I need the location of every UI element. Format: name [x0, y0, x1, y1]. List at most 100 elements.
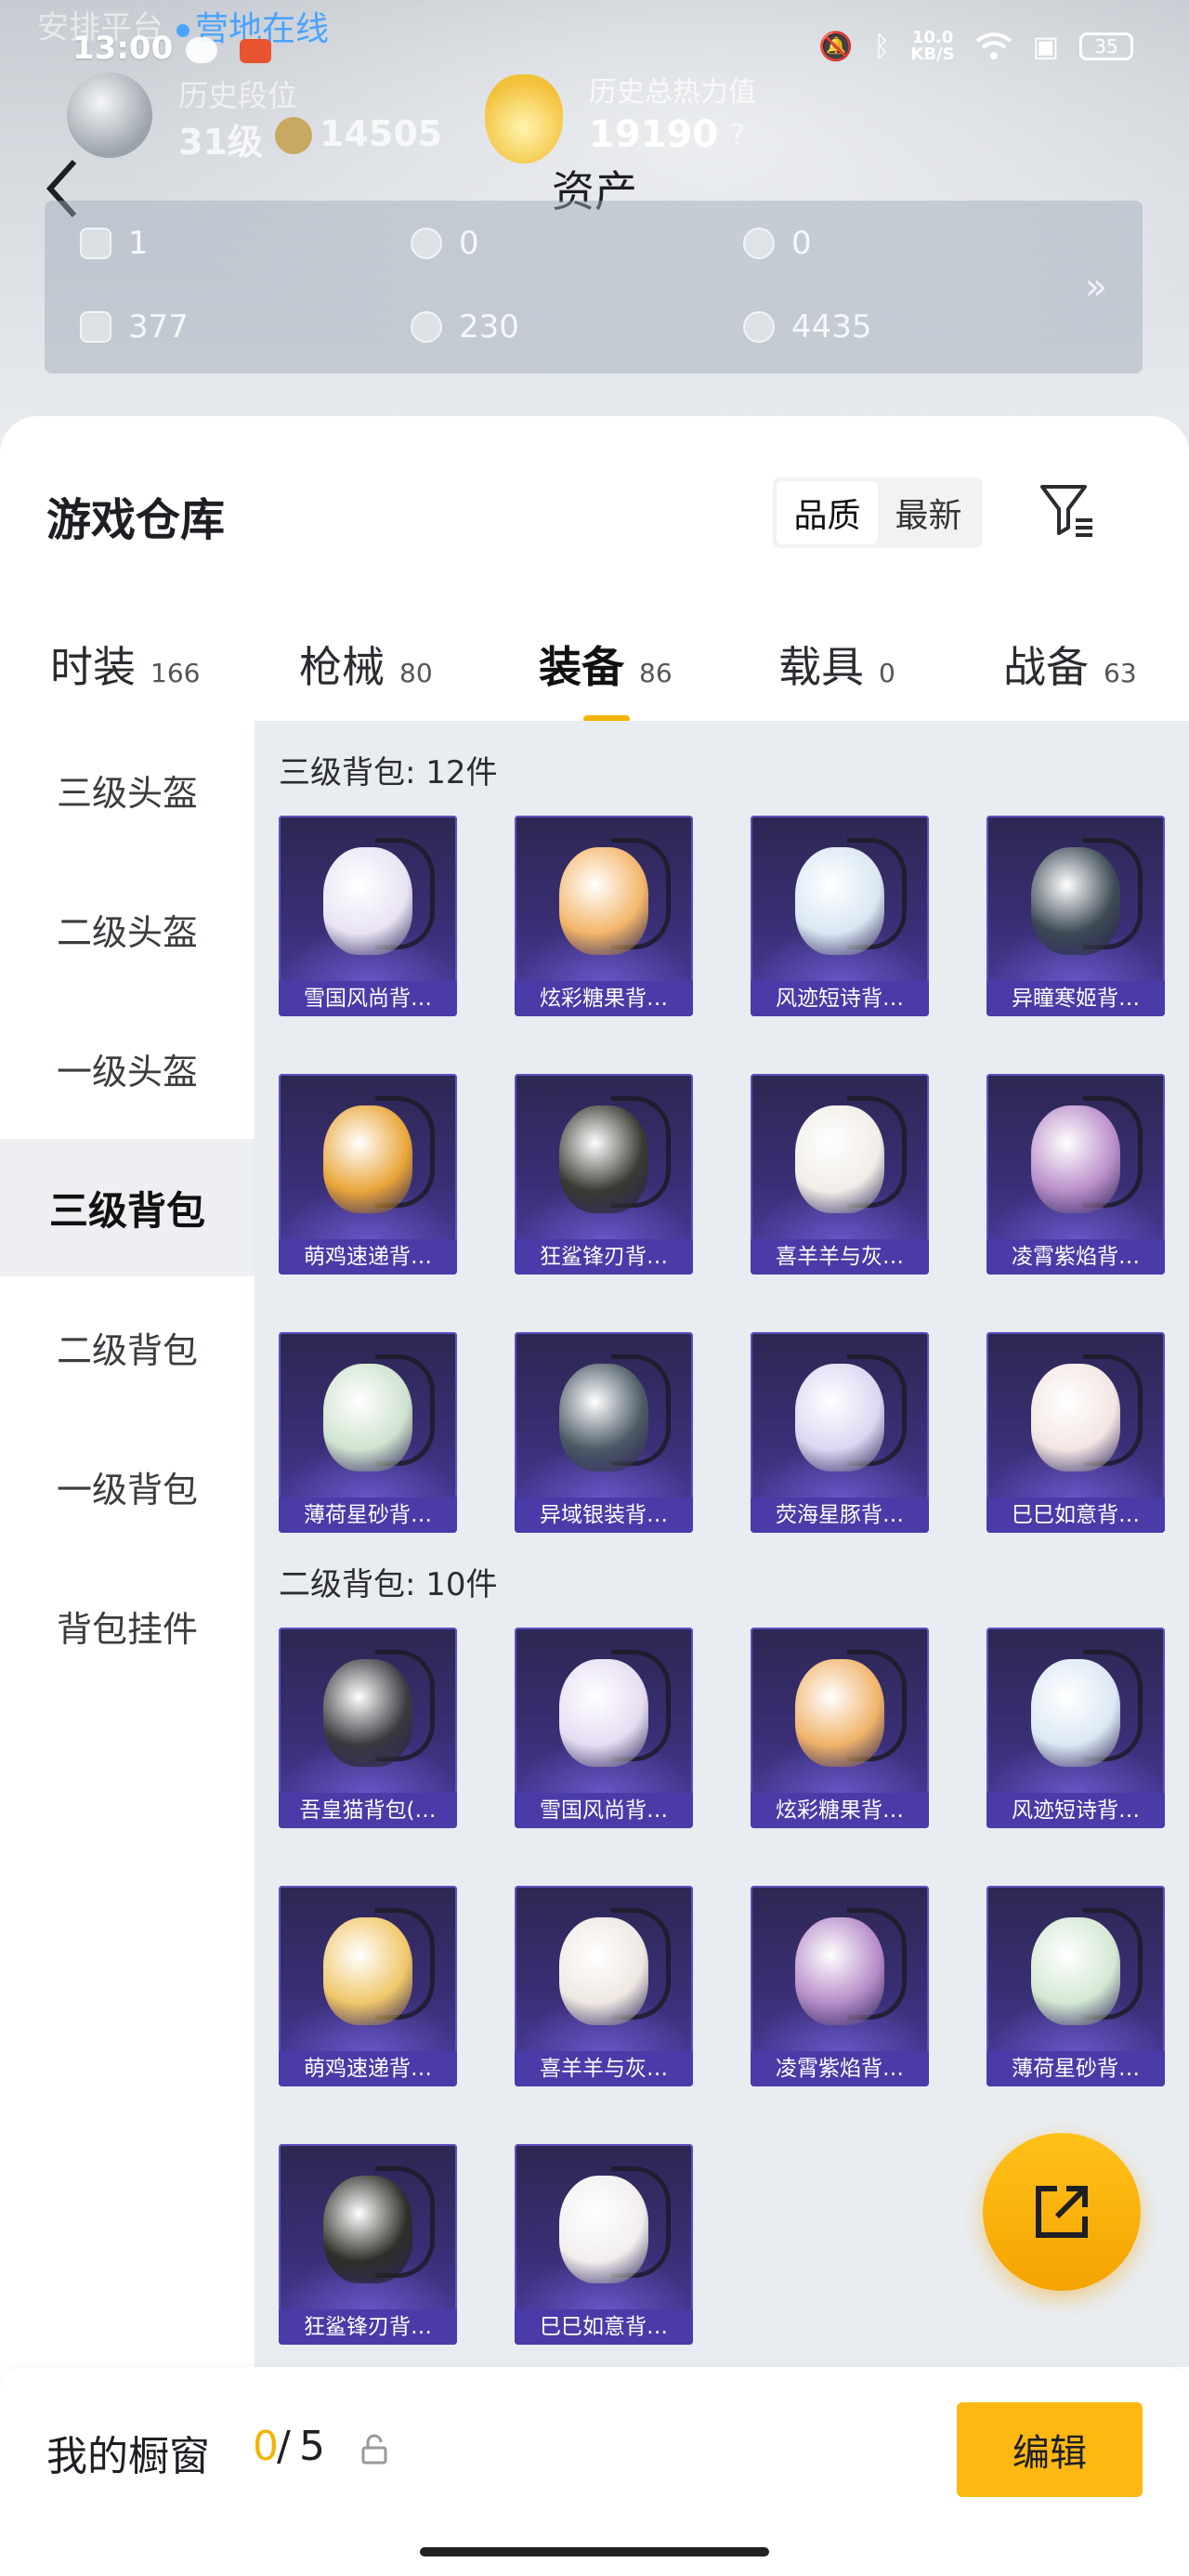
sidebar-item-helmet-2[interactable]: 二级头盔	[0, 860, 255, 998]
item-name: 凌霄紫焰背…	[751, 2051, 929, 2086]
item-name: 巳巳如意背…	[986, 1497, 1165, 1533]
item-card[interactable]: 巳巳如意背…	[986, 1332, 1165, 1533]
item-name: 雪国风尚背…	[279, 981, 457, 1016]
tab-equipment[interactable]: 装备 86	[539, 634, 673, 723]
filter-button[interactable]	[1039, 481, 1096, 539]
backpack-icon	[323, 1659, 412, 1767]
net-speed-unit: KB/S	[910, 45, 955, 64]
asset-value: 4435	[791, 308, 872, 346]
item-grid-area: 三级背包: 12件 雪国风尚背… 炫彩糖果背… 风迹短诗背… 异瞳寒姬背… 萌鸡速递背……	[255, 721, 1189, 2367]
sidebar-item-helmet-1[interactable]: 一级头盔	[0, 1000, 255, 1137]
item-card[interactable]: 荧海星豚背…	[751, 1332, 929, 1533]
asset-item[interactable]: 0	[743, 225, 812, 262]
item-name: 荧海星豚背…	[751, 1497, 929, 1533]
showcase-max-count: 5	[299, 2423, 325, 2470]
item-name: 薄荷星砂背…	[279, 1497, 457, 1533]
item-card[interactable]: 萌鸡速递背…	[279, 1074, 457, 1275]
level-value: 31级	[178, 122, 263, 163]
heat-value: 19190	[589, 113, 719, 156]
bluetooth-icon: ᛒ	[873, 30, 891, 63]
backpack-icon	[559, 847, 648, 955]
backpack-icon	[795, 1917, 884, 2025]
chat-bubble-icon	[186, 37, 217, 63]
item-card[interactable]: 萌鸡速递背…	[279, 1886, 457, 2086]
battery-indicator: 35	[1079, 33, 1133, 60]
sidebar-item-backpack-charm[interactable]: 背包挂件	[0, 1557, 255, 1694]
item-card[interactable]: 凌霄紫焰背…	[751, 1886, 929, 2086]
item-card[interactable]: 凌霄紫焰背…	[986, 1074, 1165, 1275]
sort-quality-button[interactable]: 品质	[777, 481, 878, 544]
warehouse-header: 游戏仓库 品质 最新	[0, 416, 1189, 580]
item-card[interactable]: 薄荷星砂背…	[279, 1332, 457, 1533]
item-name: 炫彩糖果背…	[751, 1793, 929, 1828]
item-name: 吾皇猫背包(…	[279, 1793, 457, 1828]
item-card[interactable]: 风迹短诗背…	[986, 1628, 1165, 1828]
item-card[interactable]: 雪国风尚背…	[279, 816, 457, 1016]
section-title-backpack-2: 二级背包: 10件	[279, 1566, 498, 1603]
share-fab-button[interactable]	[983, 2133, 1141, 2291]
item-name: 狂鲨锋刃背…	[279, 2309, 457, 2345]
backpack-icon	[1031, 1659, 1120, 1767]
sort-latest-button[interactable]: 最新	[878, 481, 979, 544]
category-tabs: 时装 166 枪械 80 装备 86 载具 0 战备 63	[0, 580, 1189, 728]
tab-label: 装备	[539, 642, 624, 692]
item-name: 风迹短诗背…	[751, 981, 929, 1016]
edit-button[interactable]: 编辑	[957, 2402, 1143, 2497]
home-indicator	[420, 2547, 769, 2556]
asset-item[interactable]: 377	[80, 308, 189, 346]
item-card[interactable]: 吾皇猫背包(…	[279, 1628, 457, 1828]
warehouse-title: 游戏仓库	[46, 494, 226, 546]
tab-label: 时装	[50, 642, 136, 692]
backpack-icon	[1031, 847, 1120, 955]
backpack-icon	[323, 1917, 412, 2025]
external-link-icon	[1036, 2186, 1088, 2238]
category-sidebar: 三级头盔 二级头盔 一级头盔 三级背包 二级背包 一级背包 背包挂件	[0, 721, 255, 2367]
item-card[interactable]: 巳巳如意背…	[515, 2144, 693, 2345]
item-card[interactable]: 雪国风尚背…	[515, 1628, 693, 1828]
showcase-label: 我的橱窗	[46, 2433, 210, 2480]
asset-item[interactable]: 4435	[743, 308, 872, 346]
tab-fashion[interactable]: 时装 166	[50, 634, 200, 695]
sidebar-item-backpack-2[interactable]: 二级背包	[0, 1278, 255, 1416]
item-name: 狂鲨锋刃背…	[515, 1239, 693, 1275]
sidebar-item-backpack-3[interactable]: 三级背包	[0, 1139, 255, 1276]
online-dot-icon	[176, 24, 189, 37]
sim-icon: ▣	[1032, 30, 1059, 63]
sidebar-item-backpack-1[interactable]: 一级背包	[0, 1418, 255, 1555]
asset-value: 0	[791, 225, 812, 262]
item-card[interactable]: 炫彩糖果背…	[751, 1628, 929, 1828]
item-card[interactable]: 喜羊羊与灰…	[515, 1886, 693, 2086]
asset-item[interactable]: 230	[411, 308, 519, 346]
tab-combat-gear[interactable]: 战备 63	[1003, 634, 1137, 695]
item-card[interactable]: 炫彩糖果背…	[515, 816, 693, 1016]
item-card[interactable]: 喜羊羊与灰…	[751, 1074, 929, 1275]
backpack-icon	[323, 1105, 412, 1213]
asset-value: 0	[459, 225, 479, 262]
showcase-separator: /	[277, 2423, 291, 2470]
item-card[interactable]: 狂鲨锋刃背…	[515, 1074, 693, 1275]
item-card[interactable]: 异域银装背…	[515, 1332, 693, 1533]
item-name: 异域银装背…	[515, 1497, 693, 1533]
backpack-icon	[795, 1659, 884, 1767]
asset-panel[interactable]: 1 0 0 377 230 4435 »	[45, 201, 1143, 373]
heat-help-icon[interactable]: ?	[730, 119, 745, 151]
asset-item[interactable]: 1	[80, 225, 149, 262]
backpack-icon	[795, 847, 884, 955]
showcase-current-count: 0	[253, 2423, 279, 2470]
item-card[interactable]: 风迹短诗背…	[751, 816, 929, 1016]
backpack-icon	[559, 1364, 648, 1471]
backpack-icon	[559, 1659, 648, 1767]
assets-more-button[interactable]: »	[1050, 201, 1143, 373]
tab-vehicles[interactable]: 载具 0	[778, 634, 895, 695]
item-name: 喜羊羊与灰…	[515, 2051, 693, 2086]
asset-item[interactable]: 0	[411, 225, 479, 262]
item-card[interactable]: 薄荷星砂背…	[986, 1886, 1165, 2086]
item-name: 萌鸡速递背…	[279, 1239, 457, 1275]
item-card[interactable]: 狂鲨锋刃背…	[279, 2144, 457, 2345]
rank-emblem-icon	[67, 72, 152, 158]
item-card[interactable]: 异瞳寒姬背…	[986, 816, 1165, 1016]
tab-firearms[interactable]: 枪械 80	[299, 634, 433, 695]
sidebar-item-helmet-3[interactable]: 三级头盔	[0, 721, 255, 858]
showcase-bar: 我的橱窗 0 / 5 编辑	[0, 2367, 1189, 2576]
tab-label: 枪械	[299, 642, 385, 692]
